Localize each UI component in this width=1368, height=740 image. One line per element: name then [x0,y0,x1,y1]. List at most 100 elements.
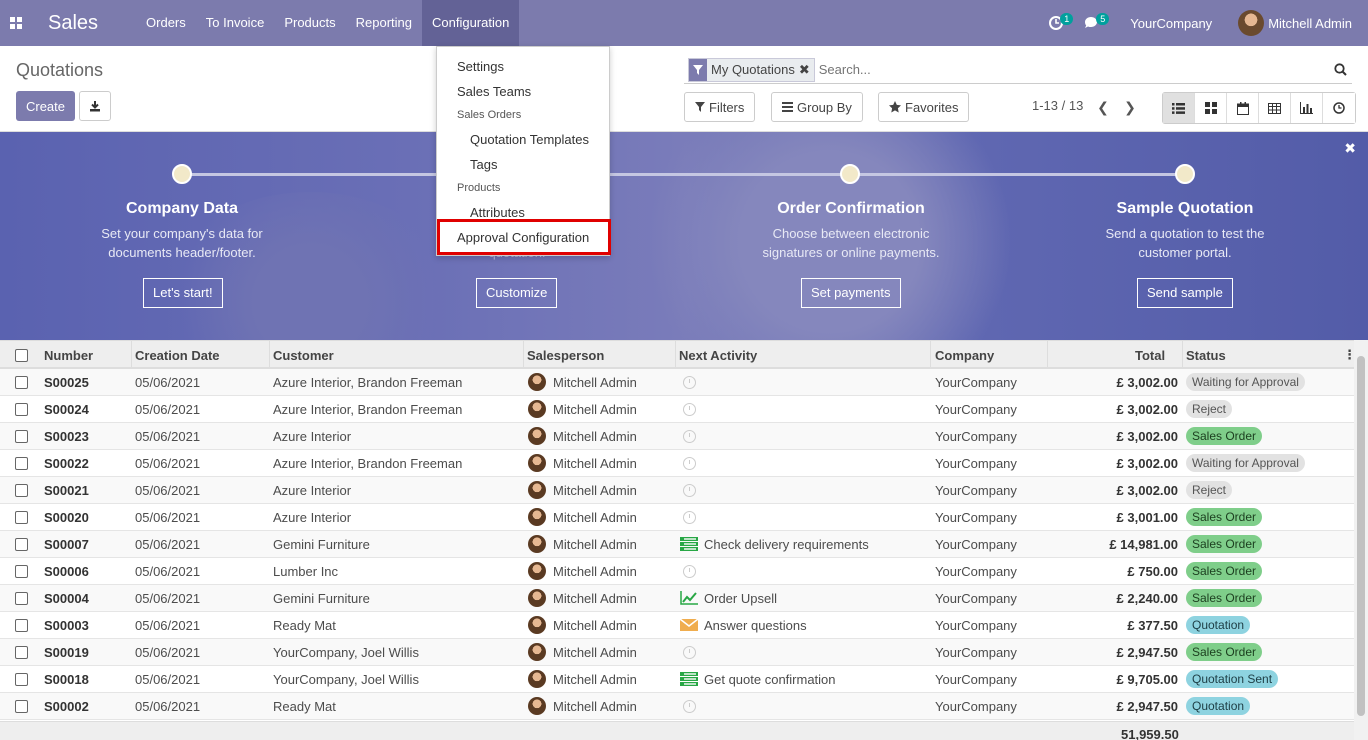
clock-icon[interactable] [683,484,696,497]
company-switcher[interactable]: YourCompany [1130,16,1212,31]
menu-item-tags[interactable]: Tags [470,157,497,172]
company-name: YourCompany [935,510,1017,525]
row-checkbox[interactable] [15,511,28,524]
row-checkbox[interactable] [15,646,28,659]
clock-icon[interactable] [683,565,696,578]
list-scrollbar[interactable] [1354,340,1368,740]
activity-summary[interactable]: Check delivery requirements [704,537,869,552]
pivot-view-button[interactable] [1259,93,1291,123]
table-row[interactable]: S00002 05/06/2021 Ready Mat Mitchell Admin Y… [0,693,1354,720]
table-row[interactable]: S00004 05/06/2021 Gemini Furniture Mitchell… [0,585,1354,612]
col-next-activity[interactable]: Next Activity [679,348,757,363]
facet-remove-icon[interactable]: ✖ [799,62,814,78]
menu-item-settings[interactable]: Settings [457,59,504,74]
clock-icon[interactable] [683,646,696,659]
clock-icon[interactable] [683,457,696,470]
table-row[interactable]: S00021 05/06/2021 Azure Interior Mitchell A… [0,477,1354,504]
row-checkbox[interactable] [15,565,28,578]
download-button[interactable] [79,91,111,121]
row-checkbox[interactable] [15,619,28,632]
close-banner-icon[interactable]: ✖ [1344,140,1356,157]
search-icon[interactable] [1328,63,1352,76]
table-row[interactable]: S00019 05/06/2021 YourCompany, Joel Willis… [0,639,1354,666]
col-company[interactable]: Company [935,348,994,363]
table-row[interactable]: S00025 05/06/2021 Azure Interior, Brandon … [0,369,1354,396]
activity-summary[interactable]: Order Upsell [704,591,777,606]
search-input[interactable] [814,57,1328,82]
order-number: S00024 [44,402,89,417]
set-payments-button[interactable]: Set payments [801,278,901,308]
menu-item-quotation-templates[interactable]: Quotation Templates [470,132,589,147]
menu-products[interactable]: Products [274,0,345,46]
order-total: £ 3,002.00 [1116,375,1178,390]
menu-item-attributes[interactable]: Attributes [470,205,525,220]
line-chart-icon[interactable] [680,591,698,605]
menu-orders[interactable]: Orders [136,0,196,46]
todo-list-icon[interactable] [680,537,698,551]
row-checkbox[interactable] [15,403,28,416]
col-status[interactable]: Status [1186,348,1226,363]
row-checkbox[interactable] [15,700,28,713]
col-salesperson[interactable]: Salesperson [527,348,604,363]
table-row[interactable]: S00022 05/06/2021 Azure Interior, Brandon … [0,450,1354,477]
row-checkbox[interactable] [15,430,28,443]
table-row[interactable]: S00007 05/06/2021 Gemini Furniture Mitchell… [0,531,1354,558]
user-menu[interactable]: Mitchell Admin [1238,10,1352,36]
clock-icon[interactable] [683,700,696,713]
kanban-view-button[interactable] [1195,93,1227,123]
row-checkbox[interactable] [15,457,28,470]
row-checkbox[interactable] [15,673,28,686]
clock-icon[interactable] [683,430,696,443]
menu-to-invoice[interactable]: To Invoice [196,0,275,46]
order-number: S00022 [44,456,89,471]
row-checkbox[interactable] [15,538,28,551]
clock-icon[interactable] [683,403,696,416]
favorites-button[interactable]: Favorites [878,92,970,122]
send-sample-button[interactable]: Send sample [1137,278,1233,308]
clock-icon[interactable] [683,376,696,389]
table-row[interactable]: S00024 05/06/2021 Azure Interior, Brandon … [0,396,1354,423]
menu-item-sales-teams[interactable]: Sales Teams [457,84,531,99]
table-row[interactable]: S00003 05/06/2021 Ready Mat Mitchell Admin A… [0,612,1354,639]
lets-start-button[interactable]: Let's start! [143,278,223,308]
select-all-checkbox[interactable] [15,349,28,362]
activity-view-button[interactable] [1323,93,1355,123]
col-number[interactable]: Number [44,348,93,363]
apps-menu-button[interactable] [0,0,32,46]
table-row[interactable]: S00018 05/06/2021 YourCompany, Joel Willis… [0,666,1354,693]
app-name[interactable]: Sales [48,12,98,35]
envelope-icon[interactable] [679,618,699,632]
row-checkbox[interactable] [15,484,28,497]
pager-value[interactable]: 1-13 / 13 [1032,98,1083,113]
messages-button[interactable]: 5 [1074,0,1110,46]
row-checkbox[interactable] [15,376,28,389]
menu-reporting[interactable]: Reporting [346,0,422,46]
activity-summary[interactable]: Get quote confirmation [704,672,836,687]
col-total[interactable]: Total [1135,348,1165,363]
salesperson-name: Mitchell Admin [553,375,637,390]
table-row[interactable]: S00023 05/06/2021 Azure Interior Mitchell A… [0,423,1354,450]
filters-button[interactable]: Filters [684,92,756,122]
status-badge: Quotation Sent [1186,670,1279,688]
list-view-button[interactable] [1163,93,1195,123]
clock-icon[interactable] [683,511,696,524]
groupby-button[interactable]: Group By [771,92,863,122]
row-checkbox[interactable] [15,592,28,605]
activity-summary[interactable]: Answer questions [704,618,807,633]
top-navbar: Sales Orders To Invoice Products Reporti… [0,0,1368,46]
activities-button[interactable]: 1 [1038,0,1074,46]
calendar-view-button[interactable] [1227,93,1259,123]
customize-button[interactable]: Customize [476,278,558,308]
table-row[interactable]: S00020 05/06/2021 Azure Interior Mitchell A… [0,504,1354,531]
menu-configuration[interactable]: Configuration [422,0,520,46]
todo-list-icon[interactable] [680,672,698,686]
pager-next-button[interactable]: ❯ [1117,92,1143,122]
salesperson-avatar [528,643,546,661]
create-button[interactable]: Create [16,91,75,121]
table-row[interactable]: S00006 05/06/2021 Lumber Inc Mitchell Admin… [0,558,1354,585]
col-customer[interactable]: Customer [273,348,334,363]
graph-view-button[interactable] [1291,93,1323,123]
menu-item-approval-configuration[interactable]: Approval Configuration [457,230,589,245]
col-creation-date[interactable]: Creation Date [135,348,220,363]
pager-previous-button[interactable]: ❮ [1090,92,1116,122]
